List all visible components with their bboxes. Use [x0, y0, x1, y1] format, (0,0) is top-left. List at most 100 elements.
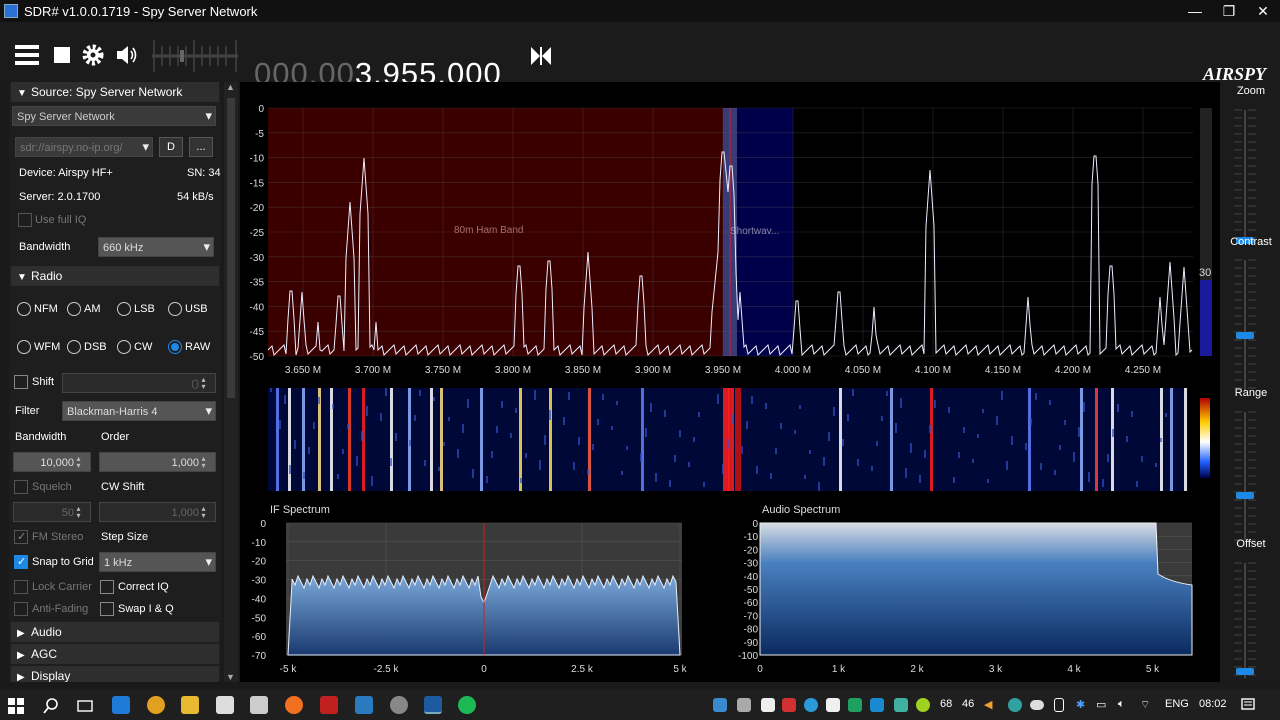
mail-icon[interactable] [216, 696, 234, 714]
panel-scrollbar[interactable]: ▲ ▼ [224, 82, 238, 682]
step-size-select[interactable]: 1 kHz [99, 552, 216, 572]
language-indicator[interactable]: ENG [1165, 698, 1189, 710]
order-stepper[interactable]: 1,000 [99, 452, 216, 472]
spotify-icon[interactable] [458, 696, 476, 714]
microphone-icon[interactable] [761, 698, 775, 712]
anti-fading-checkbox[interactable] [14, 602, 28, 616]
x-tick-label: 2 k [910, 664, 924, 675]
waterfall-streak [430, 388, 433, 491]
mode-lsb-radio[interactable] [117, 302, 131, 316]
source-bandwidth-select[interactable]: 660 kHz [98, 237, 214, 257]
battery-icon[interactable] [1054, 698, 1064, 712]
menu-icon[interactable] [14, 42, 40, 68]
snap-to-grid-checkbox[interactable] [14, 555, 28, 569]
start-icon[interactable] [8, 698, 24, 714]
more-button[interactable]: ... [189, 137, 213, 157]
waterfall-speck [799, 405, 801, 409]
source-select[interactable]: Spy Server Network [12, 106, 216, 126]
gear-icon[interactable] [80, 42, 106, 68]
file-explorer-icon[interactable] [181, 696, 199, 714]
mode-wfm-radio[interactable] [17, 340, 31, 354]
network-icon[interactable]: ▭ [1096, 698, 1106, 711]
cw-shift-stepper[interactable]: 1,000 [99, 502, 216, 522]
notification-icon[interactable] [1240, 697, 1256, 713]
wifi-icon[interactable]: ⌔ [1140, 698, 1150, 712]
agc-section-header[interactable]: ▶ AGC [11, 644, 219, 664]
firefox-icon[interactable] [285, 696, 303, 714]
offset-slider-thumb[interactable] [1236, 668, 1254, 675]
tray-icon[interactable] [782, 698, 796, 712]
tray-icon[interactable] [1008, 698, 1022, 712]
fm-stereo-checkbox[interactable]: ✓ [14, 530, 28, 544]
disconnect-button[interactable]: D [159, 137, 183, 157]
lock-carrier-checkbox[interactable] [14, 580, 28, 594]
tray-icon[interactable] [826, 698, 840, 712]
scroll-down-icon[interactable]: ▼ [226, 672, 235, 682]
vnc-icon[interactable] [355, 696, 373, 714]
use-full-iq-label: Use full IQ [35, 214, 87, 226]
store-icon[interactable] [250, 696, 268, 714]
sdrsharp-taskbar-icon[interactable] [424, 696, 442, 714]
tray-icon[interactable] [737, 698, 751, 712]
skype-icon[interactable] [804, 698, 818, 712]
close-button[interactable]: ✕ [1246, 0, 1280, 22]
mode-raw-radio[interactable] [168, 340, 182, 354]
squelch-checkbox[interactable] [14, 480, 28, 494]
zoom-label: Zoom [1236, 85, 1266, 97]
shift-checkbox[interactable] [14, 375, 28, 389]
swap-iq-checkbox[interactable] [100, 602, 114, 616]
waterfall-speck [318, 397, 320, 404]
radio-section-header[interactable]: ▼ Radio [11, 266, 219, 286]
mode-dsb-radio[interactable] [67, 340, 81, 354]
waterfall-speck [732, 414, 734, 424]
mode-nfm-radio[interactable] [17, 302, 31, 316]
x-tick-label: 4 k [1067, 664, 1081, 675]
filter-select[interactable]: Blackman-Harris 4 [62, 401, 216, 421]
chrome-icon[interactable] [147, 696, 165, 714]
tray-icon[interactable] [916, 698, 930, 712]
speaker-icon[interactable] [114, 42, 140, 68]
server-url-field[interactable]: sdr://airspy.no-ip.org/ [15, 137, 153, 157]
contrast-slider-thumb[interactable] [1236, 332, 1254, 339]
minimize-button[interactable]: — [1178, 0, 1212, 22]
shift-stepper[interactable]: 0 [62, 373, 216, 393]
filezilla-icon[interactable] [320, 696, 338, 714]
squelch-stepper[interactable]: 50 [13, 502, 91, 522]
mode-cw-radio[interactable] [117, 340, 131, 354]
tray-icon[interactable] [870, 698, 884, 712]
step-size-label: Step Size [101, 531, 149, 543]
mode-am-radio[interactable] [67, 302, 81, 316]
radio-bandwidth-stepper[interactable]: 10,000 [13, 452, 91, 472]
clock[interactable]: 08:02 [1199, 698, 1227, 710]
tray-icon[interactable] [713, 698, 727, 712]
maximize-button[interactable]: ❐ [1212, 0, 1246, 22]
waterfall-speck [987, 479, 989, 483]
audio-section-header[interactable]: ▶ Audio [11, 622, 219, 642]
app-icon-generic[interactable] [390, 696, 408, 714]
waterfall-speck [929, 425, 931, 433]
tray-icon[interactable] [848, 698, 862, 712]
x-tick-label: 4.050 M [845, 365, 881, 376]
waterfall-streak [348, 388, 351, 491]
volume-slider[interactable] [152, 36, 238, 76]
task-view-icon[interactable] [76, 697, 94, 715]
use-full-iq-checkbox[interactable] [18, 213, 32, 227]
spectrum-display[interactable]: 80m Ham Band Shortwav... 0-5-10-15-20-25… [240, 82, 1220, 682]
display-section-header[interactable]: ▶ Display [11, 666, 219, 682]
tune-center-icon[interactable] [528, 43, 554, 69]
mode-usb-radio[interactable] [168, 302, 182, 316]
tray-icon[interactable] [894, 698, 908, 712]
scroll-up-icon[interactable]: ▲ [226, 82, 235, 92]
correct-iq-checkbox[interactable] [100, 580, 114, 594]
stop-icon[interactable] [50, 42, 76, 68]
speaker-tray-icon[interactable]: 🔈︎ [1118, 698, 1125, 711]
source-section-header[interactable]: ▼ Source: Spy Server Network [11, 82, 219, 102]
bluetooth-icon[interactable]: ✱ [1076, 698, 1085, 711]
range-slider-thumb[interactable] [1236, 492, 1254, 499]
cloud-icon[interactable] [1030, 700, 1044, 710]
volume-mute-icon[interactable]: ◀ [984, 698, 992, 711]
waterfall-streak [890, 388, 893, 491]
edge-icon[interactable] [112, 696, 130, 714]
scrollbar-thumb[interactable] [227, 98, 235, 398]
search-icon[interactable] [42, 697, 60, 715]
